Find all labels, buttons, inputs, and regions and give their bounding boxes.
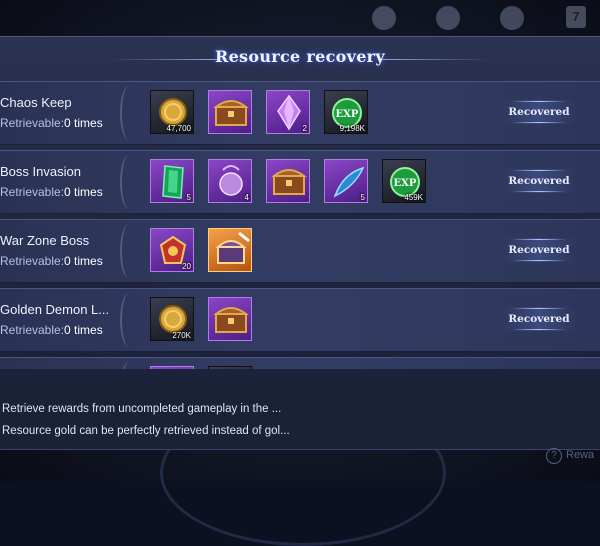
item-quantity: 5 — [360, 193, 365, 202]
item-quantity: 2 — [302, 124, 307, 133]
retrievable-info: Retrievable:0 times — [0, 116, 103, 130]
page-title: Resource recovery — [214, 47, 386, 66]
retrievable-info: Retrievable:0 times — [0, 254, 103, 268]
recovered-button[interactable]: Recovered — [502, 307, 576, 331]
retrievable-label: Retrievable: — [0, 116, 65, 130]
rank-icon[interactable] — [500, 6, 524, 30]
item-quantity: 47,700 — [166, 124, 191, 133]
reward-item[interactable] — [208, 366, 252, 369]
svg-text:EXP: EXP — [336, 109, 359, 120]
reward-item[interactable]: EXP 9,198K — [324, 90, 368, 134]
row-divider — [120, 155, 138, 209]
reward-item[interactable]: EXP 459K — [382, 159, 426, 203]
card-icon[interactable]: 7 — [566, 6, 586, 28]
recovery-list[interactable]: Chaos Keep Retrievable:0 times 47,700 2 EXP 9… — [0, 81, 600, 369]
reward-item[interactable]: 20 — [150, 228, 194, 272]
reward-item[interactable] — [150, 366, 194, 369]
retrievable-info: Retrievable:0 times — [0, 323, 103, 337]
recovery-row: Chaos Keep Retrievable:0 times 47,700 2 EXP 9… — [0, 81, 600, 145]
recovery-row: Golden Demon L... Retrievable:0 times 270K… — [0, 288, 600, 352]
row-divider — [120, 362, 138, 369]
retrievable-label: Retrievable: — [0, 185, 65, 199]
retrievable-count: 0 times — [64, 323, 103, 337]
item-quantity: 4 — [244, 193, 249, 202]
recovered-button[interactable]: Recovered — [502, 100, 576, 124]
reward-item[interactable]: 5 — [150, 159, 194, 203]
recovery-row: Boss Invasion Retrievable:0 times 5 4 5 EXP 45… — [0, 150, 600, 214]
row-divider — [120, 224, 138, 278]
retrievable-label: Retrievable: — [0, 254, 65, 268]
title-bar: Resource recovery — [0, 37, 600, 77]
reward-item[interactable] — [208, 90, 252, 134]
footer-note-1: Retrieve rewards from uncompleted gamepl… — [2, 403, 282, 415]
row-divider — [120, 293, 138, 347]
question-icon: ? — [546, 448, 562, 464]
reward-item[interactable]: 270K — [150, 297, 194, 341]
resource-recovery-panel: Resource recovery Chaos Keep Retrievable:… — [0, 36, 600, 450]
item-quantity: 5 — [186, 193, 191, 202]
help-rewards[interactable]: ? Rewa — [546, 448, 594, 464]
reward-item[interactable] — [208, 297, 252, 341]
help-label: Rewa — [566, 449, 595, 461]
row-divider — [120, 86, 138, 140]
activity-name: War Zone Boss — [0, 233, 90, 248]
retrievable-count: 0 times — [64, 185, 103, 199]
reward-item[interactable] — [208, 228, 252, 272]
reward-item[interactable]: 47,700 — [150, 90, 194, 134]
reward-item[interactable] — [266, 159, 310, 203]
footer-note-2: Resource gold can be perfectly retrieved… — [2, 425, 290, 437]
item-quantity: 9,198K — [339, 124, 365, 133]
activity-name: Boss Invasion — [0, 164, 81, 179]
avatar-icon[interactable] — [372, 6, 396, 30]
item-quantity: 459K — [404, 193, 423, 202]
activity-name: Golden Demon L... — [0, 302, 110, 317]
reward-item[interactable]: 5 — [324, 159, 368, 203]
retrievable-count: 0 times — [64, 254, 103, 268]
guild-icon[interactable] — [436, 6, 460, 30]
retrievable-count: 0 times — [64, 116, 103, 130]
svg-text:EXP: EXP — [394, 178, 417, 189]
recovery-row: War Zone Boss Retrievable:0 times 20 Recove… — [0, 219, 600, 283]
recovered-button[interactable]: Recovered — [502, 238, 576, 262]
footer-notes: Retrieve rewards from uncompleted gamepl… — [0, 379, 600, 449]
recovered-button[interactable]: Recovered — [502, 169, 576, 193]
top-bar: 7 — [0, 0, 600, 36]
activity-name: Chaos Keep — [0, 95, 72, 110]
item-quantity: 270K — [172, 331, 191, 340]
item-quantity: 20 — [182, 262, 191, 271]
recovery-row — [0, 357, 600, 369]
retrievable-info: Retrievable:0 times — [0, 185, 103, 199]
reward-item[interactable]: 2 — [266, 90, 310, 134]
retrievable-label: Retrievable: — [0, 323, 65, 337]
reward-item[interactable]: 4 — [208, 159, 252, 203]
